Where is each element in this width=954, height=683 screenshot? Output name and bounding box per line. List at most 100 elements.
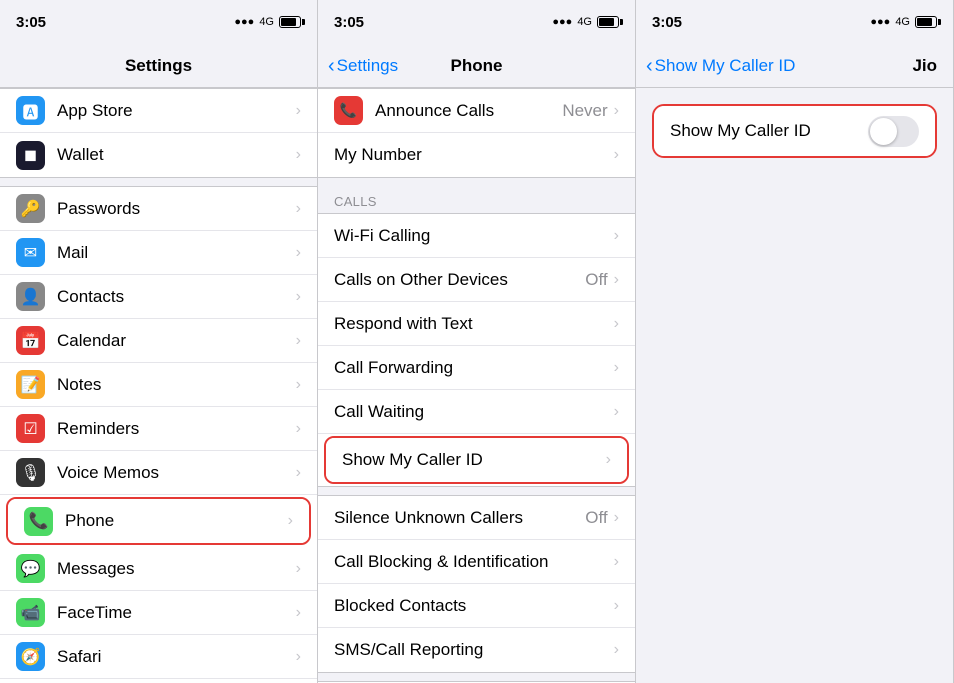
blocked-contacts-chevron: › (614, 597, 619, 615)
wifi-calling-chevron: › (614, 227, 619, 245)
show-caller-id-chevron: › (606, 451, 611, 469)
safari-chevron: › (296, 648, 301, 666)
passwords-icon: 🔑 (16, 194, 45, 223)
row-wifi-calling[interactable]: Wi-Fi Calling › (318, 214, 635, 258)
contacts-chevron: › (296, 288, 301, 306)
call-waiting-label: Call Waiting (334, 402, 614, 422)
facetime-label: FaceTime (57, 603, 296, 623)
reminders-icon: ☑ (16, 414, 45, 443)
facetime-icon: 📹 (16, 598, 45, 627)
status-time-2: 3:05 (334, 14, 364, 31)
calendar-label: Calendar (57, 331, 296, 351)
back-to-phone[interactable]: ‹ Show My Caller ID (646, 56, 795, 76)
show-caller-id-container: Show My Caller ID (652, 104, 937, 158)
wallet-chevron: › (296, 146, 301, 164)
status-icons-1: ●●● 4G (234, 16, 301, 28)
row-facetime[interactable]: 📹 FaceTime › (0, 591, 317, 635)
calls-group: Wi-Fi Calling › Calls on Other Devices O… (318, 213, 635, 487)
battery-fill-1 (281, 18, 296, 26)
network-type-3: 4G (895, 16, 910, 28)
messages-icon: 💬 (16, 554, 45, 583)
back-to-settings[interactable]: ‹ Settings (328, 56, 398, 76)
blocked-contacts-label: Blocked Contacts (334, 596, 614, 616)
voice-memos-label: Voice Memos (57, 463, 296, 483)
notes-label: Notes (57, 375, 296, 395)
battery-fill-2 (599, 18, 614, 26)
group-app-wallet: 🅰 App Store › ◼ Wallet › (0, 88, 317, 178)
silence-unknown-chevron: › (614, 509, 619, 527)
phone-chevron: › (288, 512, 293, 530)
row-blocked-contacts[interactable]: Blocked Contacts › (318, 584, 635, 628)
wifi-calling-label: Wi-Fi Calling (334, 226, 614, 246)
row-respond-text[interactable]: Respond with Text › (318, 302, 635, 346)
my-number-label: My Number (334, 145, 614, 165)
row-calendar[interactable]: 📅 Calendar › (0, 319, 317, 363)
call-waiting-chevron: › (614, 403, 619, 421)
calls-section-label: CALLS (318, 186, 635, 213)
row-wallet[interactable]: ◼ Wallet › (0, 133, 317, 177)
row-mail[interactable]: ✉ Mail › (0, 231, 317, 275)
phone-nav-title: Phone (451, 56, 503, 76)
show-caller-id-row[interactable]: Show My Caller ID (654, 106, 935, 156)
nav-bar-phone: ‹ Settings Phone (318, 44, 635, 88)
row-voice-memos[interactable]: 🎙 Voice Memos › (0, 451, 317, 495)
show-caller-id-toggle[interactable] (868, 116, 919, 147)
calls-other-value: Off (585, 270, 607, 290)
row-messages[interactable]: 💬 Messages › (0, 547, 317, 591)
announce-calls-icon: 📞 (334, 96, 363, 125)
caller-id-scroll: Show My Caller ID (636, 88, 953, 683)
mail-icon: ✉ (16, 238, 45, 267)
row-app-store[interactable]: 🅰 App Store › (0, 89, 317, 133)
passwords-label: Passwords (57, 199, 296, 219)
mail-chevron: › (296, 244, 301, 262)
app-store-label: App Store (57, 101, 296, 121)
row-safari[interactable]: 🧭 Safari › (0, 635, 317, 679)
row-notes[interactable]: 📝 Notes › (0, 363, 317, 407)
row-call-blocking[interactable]: Call Blocking & Identification › (318, 540, 635, 584)
row-sms-reporting[interactable]: SMS/Call Reporting › (318, 628, 635, 672)
phone-scroll[interactable]: 📞 Announce Calls Never › My Number › CAL… (318, 88, 635, 683)
facetime-chevron: › (296, 604, 301, 622)
row-announce-calls[interactable]: 📞 Announce Calls Never › (318, 89, 635, 133)
row-call-waiting[interactable]: Call Waiting › (318, 390, 635, 434)
show-caller-id-row-label: Show My Caller ID (670, 121, 868, 141)
row-call-forwarding[interactable]: Call Forwarding › (318, 346, 635, 390)
battery-icon-2 (597, 16, 619, 28)
nav-bar-settings: Settings (0, 44, 317, 88)
calls-other-devices-label: Calls on Other Devices (334, 270, 585, 290)
back-label-2: Settings (337, 56, 398, 76)
status-bar-3: 3:05 ●●● 4G (636, 0, 953, 44)
row-contacts[interactable]: 👤 Contacts › (0, 275, 317, 319)
network-type-1: 4G (259, 16, 274, 28)
settings-panel: 3:05 ●●● 4G Settings 🅰 App Store › ◼ Wal… (0, 0, 318, 683)
row-stocks[interactable]: 📈 Stocks › (0, 679, 317, 683)
phone-bottom-group: Silence Unknown Callers Off › Call Block… (318, 495, 635, 673)
status-icons-2: ●●● 4G (552, 16, 619, 28)
row-reminders[interactable]: ☑ Reminders › (0, 407, 317, 451)
nav-bar-caller-id: ‹ Show My Caller ID Jio (636, 44, 953, 88)
phone-row-highlighted-wrapper: 📞 Phone › (6, 497, 311, 545)
row-show-caller-id[interactable]: Show My Caller ID › (326, 438, 627, 482)
respond-text-chevron: › (614, 315, 619, 333)
row-calls-other-devices[interactable]: Calls on Other Devices Off › (318, 258, 635, 302)
notes-icon: 📝 (16, 370, 45, 399)
back-chevron-3: ‹ (646, 56, 653, 76)
row-my-number[interactable]: My Number › (318, 133, 635, 177)
row-silence-unknown[interactable]: Silence Unknown Callers Off › (318, 496, 635, 540)
row-passwords[interactable]: 🔑 Passwords › (0, 187, 317, 231)
sms-reporting-label: SMS/Call Reporting (334, 640, 614, 660)
phone-icon: 📞 (24, 507, 53, 536)
wallet-label: Wallet (57, 145, 296, 165)
messages-label: Messages (57, 559, 296, 579)
respond-text-label: Respond with Text (334, 314, 614, 334)
network-type-2: 4G (577, 16, 592, 28)
mail-label: Mail (57, 243, 296, 263)
row-phone[interactable]: 📞 Phone › (8, 499, 309, 543)
signal-icon-1: ●●● (234, 16, 254, 28)
silence-unknown-value: Off (585, 508, 607, 528)
jio-title: Jio (912, 56, 937, 76)
settings-scroll[interactable]: 🅰 App Store › ◼ Wallet › 🔑 Passwords › ✉… (0, 88, 317, 683)
contacts-label: Contacts (57, 287, 296, 307)
phone-label: Phone (65, 511, 288, 531)
announce-calls-chevron: › (614, 102, 619, 120)
